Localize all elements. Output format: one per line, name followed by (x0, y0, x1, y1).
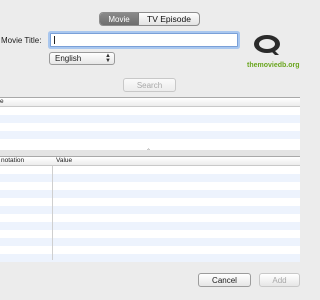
search-type-segmented-control[interactable]: Movie TV Episode (99, 12, 200, 26)
table-row[interactable] (0, 238, 300, 246)
table-row[interactable] (0, 107, 300, 115)
results-table-header: e (0, 98, 300, 107)
notation-column-header: notation (1, 157, 25, 164)
language-select[interactable]: English ▲ ▼ (49, 52, 115, 65)
table-row[interactable] (0, 230, 300, 238)
table-row[interactable] (0, 190, 300, 198)
add-button[interactable]: Add (259, 273, 300, 287)
movie-title-label: Movie Title: (1, 36, 42, 45)
updown-arrows-icon: ▲ ▼ (105, 53, 111, 64)
table-row[interactable] (0, 222, 300, 230)
tab-movie[interactable]: Movie (100, 13, 139, 25)
table-row[interactable] (0, 214, 300, 222)
table-row[interactable] (0, 166, 300, 174)
movie-title-input[interactable] (50, 33, 238, 47)
results-table[interactable]: e (0, 97, 300, 151)
tab-tv-episode[interactable]: TV Episode (139, 13, 199, 25)
metadata-table-header: notation Value (0, 157, 300, 166)
table-row[interactable] (0, 115, 300, 123)
search-button[interactable]: Search (123, 78, 176, 92)
table-row[interactable] (0, 139, 300, 147)
results-column-header: e (0, 98, 4, 105)
language-selected-value: English (55, 54, 82, 63)
text-caret (54, 36, 55, 44)
table-row[interactable] (0, 123, 300, 131)
value-column-header: Value (56, 157, 73, 164)
table-row[interactable] (0, 198, 300, 206)
logo-text: themoviedb.org (247, 62, 300, 69)
table-row[interactable] (0, 174, 300, 182)
table-row[interactable] (0, 246, 300, 254)
table-row[interactable] (0, 206, 300, 214)
column-divider (52, 157, 53, 260)
table-row[interactable] (0, 254, 300, 262)
table-row[interactable] (0, 182, 300, 190)
table-row[interactable] (0, 131, 300, 139)
cancel-button[interactable]: Cancel (198, 273, 251, 287)
drag-handle-icon: ⌃ (146, 149, 152, 155)
metadata-table[interactable]: notation Value (0, 156, 300, 262)
